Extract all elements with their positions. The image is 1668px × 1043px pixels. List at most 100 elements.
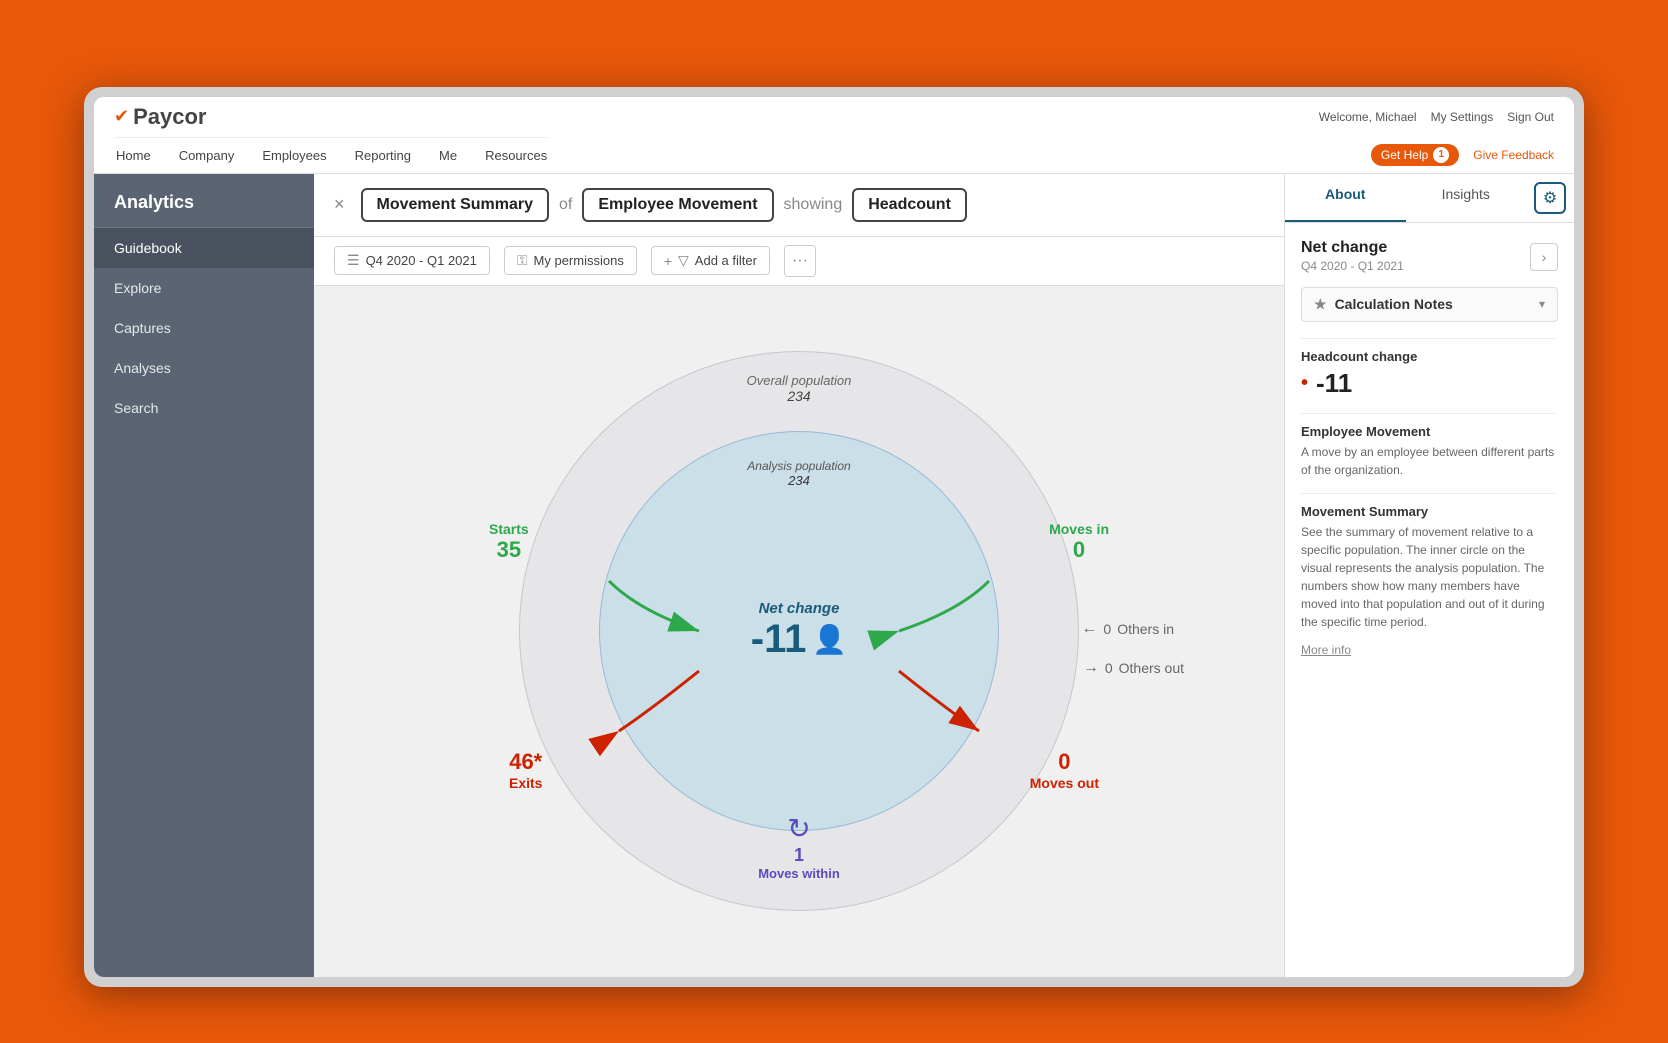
nav-home[interactable]: Home <box>114 148 153 163</box>
more-icon: ··· <box>792 252 808 270</box>
logo-text: Paycor <box>133 104 206 130</box>
calendar-icon: ☰ <box>347 252 360 269</box>
star-icon: ★ <box>1314 296 1327 313</box>
logo-bird-icon: ✔ <box>114 106 129 127</box>
tab-insights[interactable]: Insights <box>1406 174 1527 222</box>
add-filter-label: Add a filter <box>695 253 757 268</box>
calculation-notes-label: Calculation Notes <box>1335 296 1453 312</box>
others-out-row: → 0 Others out <box>1083 659 1184 677</box>
give-feedback-link[interactable]: Give Feedback <box>1473 148 1554 162</box>
date-range-label: Q4 2020 - Q1 2021 <box>366 253 477 268</box>
overall-pop-text: Overall population <box>747 373 852 388</box>
employee-movement-title: Employee Movement <box>1301 424 1558 439</box>
movement-summary-pill[interactable]: Movement Summary <box>361 188 550 222</box>
moves-within-label: ↻ 1 Moves within <box>758 812 840 881</box>
exits-text: Exits <box>509 775 542 791</box>
moves-in-label: Moves in 0 <box>1049 521 1109 563</box>
sidebar-item-search[interactable]: Search <box>94 388 314 428</box>
rp-subtitle: Q4 2020 - Q1 2021 <box>1301 259 1404 273</box>
movement-summary-title: Movement Summary <box>1301 504 1558 519</box>
others-out-label: Others out <box>1119 660 1184 676</box>
moves-out-label: 0 Moves out <box>1030 749 1099 791</box>
analysis-pop-value: 234 <box>747 473 850 488</box>
right-panel-tabs: About Insights ⚙ <box>1285 174 1574 223</box>
starts-text: Starts <box>489 521 529 537</box>
sidebar-title: Analytics <box>94 174 314 228</box>
refresh-icon: ↻ <box>758 812 840 845</box>
moves-in-text: Moves in <box>1049 521 1109 537</box>
divider2 <box>1301 413 1558 414</box>
overall-pop-value: 234 <box>747 388 852 404</box>
close-button[interactable]: × <box>334 194 345 215</box>
others-in-value: 0 <box>1103 621 1111 637</box>
headcount-change-number: -11 <box>1316 368 1352 399</box>
person-icon: 👤 <box>812 623 847 656</box>
starts-label: Starts 35 <box>489 521 529 563</box>
sidebar-item-analyses[interactable]: Analyses <box>94 348 314 388</box>
more-info-link[interactable]: More info <box>1301 643 1351 657</box>
settings-icon-button[interactable]: ⚙ <box>1534 182 1566 214</box>
sign-out-link[interactable]: Sign Out <box>1507 110 1554 124</box>
date-range-filter[interactable]: ☰ Q4 2020 - Q1 2021 <box>334 246 490 275</box>
sidebar-item-explore[interactable]: Explore <box>94 268 314 308</box>
my-settings-link[interactable]: My Settings <box>1431 110 1494 124</box>
divider3 <box>1301 493 1558 494</box>
analysis-population-label: Analysis population 234 <box>747 459 850 488</box>
nav-employees[interactable]: Employees <box>260 148 328 163</box>
top-right-links: Welcome, Michael My Settings Sign Out <box>1319 110 1554 124</box>
net-change-label: Net change <box>751 600 847 617</box>
get-help-button[interactable]: Get Help 1 <box>1371 144 1459 166</box>
moves-within-text: Moves within <box>758 866 840 881</box>
sidebar: Analytics Guidebook Explore Captures Ana… <box>94 174 314 977</box>
headcount-change-value: • -11 <box>1301 368 1558 399</box>
nav-reporting[interactable]: Reporting <box>353 148 413 163</box>
get-help-label: Get Help <box>1381 148 1428 162</box>
tab-about[interactable]: About <box>1285 174 1406 222</box>
exits-label: 46* Exits <box>509 749 542 791</box>
rp-title: Net change <box>1301 239 1404 257</box>
more-options-button[interactable]: ··· <box>784 245 816 277</box>
arrow-left-icon: ← <box>1081 620 1097 638</box>
right-panel-content: Net change Q4 2020 - Q1 2021 › ★ Calcula… <box>1285 223 1574 977</box>
moves-within-value: 1 <box>758 845 840 866</box>
nav-bar: Home Company Employees Reporting Me Reso… <box>114 137 549 173</box>
headcount-change-title: Headcount change <box>1301 349 1558 364</box>
starts-value: 35 <box>489 537 529 563</box>
nav-me[interactable]: Me <box>437 148 459 163</box>
sidebar-item-guidebook[interactable]: Guidebook <box>94 228 314 268</box>
employee-movement-desc: A move by an employee between different … <box>1301 443 1558 479</box>
net-change-center: Net change -11 👤 <box>751 600 847 662</box>
headcount-pill[interactable]: Headcount <box>852 188 967 222</box>
others-out-value: 0 <box>1105 660 1113 676</box>
showing-label: showing <box>784 196 843 214</box>
moves-in-value: 0 <box>1049 537 1109 563</box>
chevron-right-button[interactable]: › <box>1530 243 1558 271</box>
title-bar: × Movement Summary of Employee Movement … <box>314 174 1284 237</box>
nav-company[interactable]: Company <box>177 148 237 163</box>
rp-top-row: Net change Q4 2020 - Q1 2021 › <box>1301 239 1558 287</box>
arrow-right-icon: → <box>1083 659 1099 677</box>
overall-population-label: Overall population 234 <box>747 373 852 404</box>
permissions-filter[interactable]: ⚿ My permissions <box>504 246 637 275</box>
sidebar-item-captures[interactable]: Captures <box>94 308 314 348</box>
content-area: × Movement Summary of Employee Movement … <box>314 174 1284 977</box>
exits-value: 46* <box>509 749 542 775</box>
others-in-label: Others in <box>1117 621 1174 637</box>
others-in-row: ← 0 Others in <box>1081 620 1174 638</box>
plus-icon: + <box>664 253 672 269</box>
net-change-value: -11 👤 <box>751 617 847 662</box>
calculation-notes-section[interactable]: ★ Calculation Notes ▾ <box>1301 287 1558 322</box>
shield-icon: ⚿ <box>517 252 528 269</box>
get-help-badge: 1 <box>1433 147 1449 163</box>
top-actions: Get Help 1 Give Feedback <box>1371 144 1554 166</box>
moves-out-value: 0 <box>1030 749 1099 775</box>
filter-icon: ▽ <box>678 252 689 269</box>
analysis-pop-text: Analysis population <box>747 459 850 473</box>
welcome-text: Welcome, Michael <box>1319 110 1417 124</box>
permissions-label: My permissions <box>534 253 624 268</box>
movement-summary-desc: See the summary of movement relative to … <box>1301 523 1558 631</box>
chevron-down-icon: ▾ <box>1539 297 1545 311</box>
employee-movement-pill[interactable]: Employee Movement <box>582 188 773 222</box>
add-filter-button[interactable]: + ▽ Add a filter <box>651 246 770 275</box>
nav-resources[interactable]: Resources <box>483 148 549 163</box>
